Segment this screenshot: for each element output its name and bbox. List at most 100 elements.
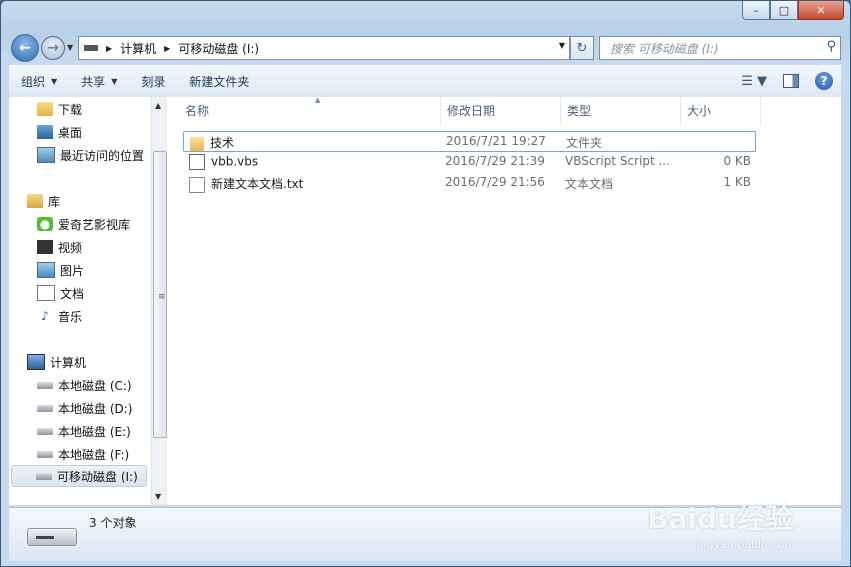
details-pane: 3 个对象 Baidu经验 jingyan.baidu.com	[9, 502, 841, 561]
scroll-up-icon[interactable]: ▲	[155, 101, 161, 110]
sidebar-item-desktop[interactable]: 桌面	[37, 121, 82, 143]
sidebar-item-computer[interactable]: 计算机	[27, 351, 86, 373]
sidebar-item-videos[interactable]: 视频	[37, 236, 82, 258]
scroll-down-icon[interactable]: ▼	[155, 492, 161, 501]
sort-ascending-icon: ▲	[315, 96, 321, 104]
sidebar-item-drive-e[interactable]: 本地磁盘 (E:)	[37, 420, 131, 442]
column-header-type[interactable]: 类型	[561, 97, 681, 123]
navigation-scrollbar[interactable]: ▲ ≡ ▼	[151, 97, 167, 505]
drive-icon	[37, 404, 53, 412]
share-label: 共享	[81, 74, 106, 89]
music-icon: ♪	[41, 309, 49, 323]
sidebar-item-label: 爱奇艺影视库	[58, 217, 131, 232]
navigation-row: ← → ▼ ▶ 计算机 ▶ 可移动磁盘 (I:) ▼ ↻ 搜索 可移动磁盘 (I…	[1, 31, 850, 63]
column-header-label: 大小	[687, 103, 712, 118]
sidebar-item-libraries[interactable]: 库	[27, 190, 60, 212]
text-file-icon	[189, 176, 205, 193]
sidebar-item-drive-i[interactable]: 可移动磁盘 (I:)	[11, 465, 147, 487]
maximize-button[interactable]: □	[770, 1, 798, 20]
refresh-button[interactable]: ↻	[570, 36, 594, 60]
recent-pages-dropdown[interactable]: ▼	[67, 43, 73, 52]
chevron-down-icon: ▼	[51, 76, 58, 86]
file-modified: 2016/7/29 21:39	[445, 154, 545, 168]
new-folder-button[interactable]: 新建文件夹	[177, 65, 261, 97]
file-size: 1 KB	[723, 175, 751, 189]
sidebar-item-label: 视频	[58, 240, 83, 255]
change-view-button[interactable]: ☰ ▼	[741, 74, 767, 89]
desktop-icon	[37, 125, 53, 139]
file-type: 文件夹	[566, 136, 603, 150]
column-header-size[interactable]: 大小	[681, 97, 761, 123]
navigation-pane: 下载 桌面 最近访问的位置 库 ● 爱奇艺影视库 视频 图片 文档 ♪ 音乐 计算机…	[9, 97, 167, 505]
minimize-button[interactable]: –	[742, 1, 770, 20]
sidebar-item-label: 文档	[60, 286, 85, 301]
preview-pane-button[interactable]	[783, 74, 799, 88]
file-name-cell: 技术	[190, 134, 234, 151]
sidebar-item-iqiyi[interactable]: ● 爱奇艺影视库	[37, 213, 130, 235]
file-type: VBScript Script ...	[565, 154, 669, 168]
vbscript-file-icon	[189, 154, 205, 170]
sidebar-item-label: 最近访问的位置	[60, 148, 145, 163]
removable-drive-icon	[27, 528, 77, 546]
column-header-name[interactable]: 名称 ▲	[179, 96, 441, 123]
sidebar-item-drive-f[interactable]: 本地磁盘 (F:)	[37, 443, 129, 465]
file-type: 文本文档	[565, 177, 614, 191]
search-icon[interactable]: ⚲	[826, 39, 836, 54]
sidebar-item-label: 图片	[60, 263, 85, 278]
forward-button[interactable]: →	[41, 36, 65, 60]
folder-icon	[190, 136, 204, 151]
arrow-right-icon: →	[47, 40, 59, 56]
sidebar-item-drive-c[interactable]: 本地磁盘 (C:)	[37, 374, 132, 396]
sidebar-item-label: 本地磁盘 (F:)	[58, 447, 130, 462]
file-modified: 2016/7/29 21:56	[445, 175, 545, 189]
column-header-label: 类型	[567, 103, 592, 118]
breadcrumb-computer[interactable]: 计算机	[120, 40, 156, 57]
help-button[interactable]: ?	[815, 72, 833, 90]
picture-icon	[37, 262, 55, 278]
close-button[interactable]: ✕	[798, 1, 844, 20]
file-modified: 2016/7/21 19:27	[446, 134, 546, 148]
burn-button[interactable]: 刻录	[129, 65, 177, 97]
file-list-pane: 名称 ▲ 修改日期 类型 大小 技术 2016/7/21 19:27 文件夹 vb…	[167, 96, 841, 505]
chevron-down-icon: ▼	[111, 76, 118, 86]
sidebar-item-downloads[interactable]: 下载	[37, 98, 82, 120]
library-icon	[27, 194, 43, 208]
video-icon	[37, 240, 53, 254]
search-placeholder: 搜索 可移动磁盘 (I:)	[610, 41, 719, 56]
explorer-window: – □ ✕ ← → ▼ ▶ 计算机 ▶ 可移动磁盘 (I:) ▼ ↻ 搜索 可移…	[0, 0, 851, 567]
table-row[interactable]: 新建文本文档.txt 2016/7/29 21:56 文本文档 1 KB	[183, 173, 756, 194]
command-bar: 组织 ▼ 共享 ▼ 刻录 新建文件夹 ☰ ▼ ?	[9, 65, 841, 98]
new-folder-label: 新建文件夹	[189, 74, 250, 89]
sidebar-item-documents[interactable]: 文档	[37, 282, 84, 304]
file-name: 技术	[210, 136, 235, 150]
breadcrumb-separator-icon[interactable]: ▶	[164, 44, 170, 53]
share-menu[interactable]: 共享 ▼	[69, 65, 129, 97]
sidebar-item-label: 可移动磁盘 (I:)	[57, 469, 138, 484]
sidebar-item-pictures[interactable]: 图片	[37, 259, 84, 281]
file-name: vbb.vbs	[211, 154, 259, 169]
address-history-dropdown[interactable]: ▼	[559, 41, 565, 50]
breadcrumb-removable-drive[interactable]: 可移动磁盘 (I:)	[178, 40, 259, 57]
sidebar-item-recent[interactable]: 最近访问的位置	[37, 144, 144, 166]
address-bar[interactable]: ▶ 计算机 ▶ 可移动磁盘 (I:) ▼	[78, 36, 570, 60]
burn-label: 刻录	[141, 74, 166, 89]
column-header-label: 名称	[185, 103, 210, 118]
table-row[interactable]: 技术 2016/7/21 19:27 文件夹	[183, 131, 756, 152]
sidebar-item-label: 音乐	[58, 309, 83, 324]
sidebar-item-label: 本地磁盘 (D:)	[58, 401, 133, 416]
file-name-cell: vbb.vbs	[189, 154, 258, 170]
search-box[interactable]: 搜索 可移动磁盘 (I:) ⚲	[599, 36, 841, 60]
column-header-modified[interactable]: 修改日期	[441, 97, 561, 123]
drive-icon	[37, 450, 53, 458]
sidebar-item-music[interactable]: ♪ 音乐	[37, 305, 82, 327]
sidebar-item-drive-d[interactable]: 本地磁盘 (D:)	[37, 397, 132, 419]
breadcrumb-separator-icon[interactable]: ▶	[106, 44, 112, 53]
scrollbar-thumb[interactable]: ≡	[153, 151, 167, 438]
table-row[interactable]: vbb.vbs 2016/7/29 21:39 VBScript Script …	[183, 152, 756, 173]
removable-drive-icon	[36, 472, 52, 480]
organize-menu[interactable]: 组织 ▼	[9, 65, 69, 97]
column-header-label: 修改日期	[447, 103, 496, 118]
back-button[interactable]: ←	[11, 34, 39, 62]
content-area: 下载 桌面 最近访问的位置 库 ● 爱奇艺影视库 视频 图片 文档 ♪ 音乐 计算机…	[9, 96, 841, 505]
iqiyi-icon: ●	[37, 217, 53, 231]
